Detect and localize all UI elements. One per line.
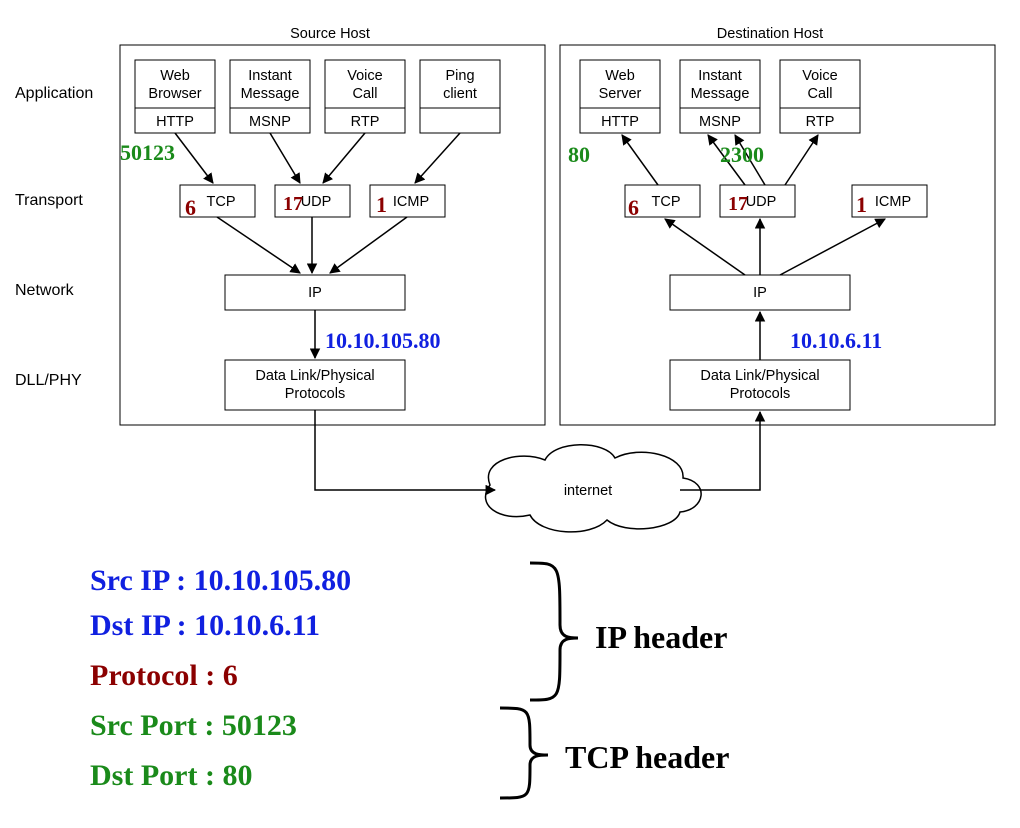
src-icmp-proto: 1: [376, 192, 387, 217]
svg-text:Protocols: Protocols: [730, 386, 790, 402]
note-iphdr: IP header: [595, 619, 727, 655]
source-host-title: Source Host: [290, 26, 370, 42]
svg-text:Message: Message: [691, 86, 750, 102]
svg-text:MSNP: MSNP: [249, 114, 291, 130]
dst-ip-annot: 10.10.6.11: [790, 328, 882, 353]
svg-text:MSNP: MSNP: [699, 114, 741, 130]
dst-tcp-proto: 6: [628, 195, 639, 220]
src-app-0: Web Browser HTTP: [135, 60, 215, 133]
svg-text:client: client: [443, 86, 477, 102]
note-dstip: Dst IP : 10.10.6.11: [90, 609, 320, 642]
svg-text:Browser: Browser: [148, 86, 201, 102]
dst-app-2: Voice Call RTP: [780, 60, 860, 133]
svg-text:UDP: UDP: [301, 194, 332, 210]
note-proto: Protocol : 6: [90, 659, 238, 692]
layer-transport: Transport: [15, 192, 83, 209]
src-app-1: Instant Message MSNP: [230, 60, 310, 133]
svg-text:Protocols: Protocols: [285, 386, 345, 402]
dst-app-0: Web Server HTTP: [580, 60, 660, 133]
note-srcip: Src IP : 10.10.105.80: [90, 564, 351, 597]
src-udp-proto: 17: [283, 193, 303, 215]
svg-text:HTTP: HTTP: [156, 114, 194, 130]
svg-text:Web: Web: [605, 68, 635, 84]
layer-network: Network: [15, 282, 75, 299]
svg-text:RTP: RTP: [351, 114, 380, 130]
dst-udp-proto: 17: [728, 193, 748, 215]
svg-text:Voice: Voice: [802, 68, 837, 84]
svg-text:Call: Call: [808, 86, 833, 102]
svg-text:Call: Call: [353, 86, 378, 102]
source-host: Source Host Web Browser HTTP Instant Mes…: [120, 26, 545, 425]
svg-text:Instant: Instant: [248, 68, 292, 84]
svg-text:TCP: TCP: [207, 194, 236, 210]
svg-text:Instant: Instant: [698, 68, 742, 84]
svg-text:Message: Message: [241, 86, 300, 102]
svg-text:ICMP: ICMP: [393, 194, 429, 210]
src-dll: Data Link/Physical Protocols: [225, 360, 405, 410]
svg-text:Ping: Ping: [445, 68, 474, 84]
svg-text:IP: IP: [308, 285, 322, 301]
src-ip-annot: 10.10.105.80: [325, 328, 441, 353]
note-dstport: Dst Port : 80: [90, 759, 252, 792]
svg-text:ICMP: ICMP: [875, 194, 911, 210]
dst-icmp-proto: 1: [856, 192, 867, 217]
dst-app-1: Instant Message MSNP: [680, 60, 760, 133]
src-app-2: Voice Call RTP: [325, 60, 405, 133]
svg-text:Voice: Voice: [347, 68, 382, 84]
svg-text:Web: Web: [160, 68, 190, 84]
dst-port80: 80: [568, 142, 590, 167]
src-ip: IP: [225, 275, 405, 310]
note-tcphdr: TCP header: [565, 739, 729, 775]
svg-text:Data Link/Physical: Data Link/Physical: [255, 368, 374, 384]
svg-text:HTTP: HTTP: [601, 114, 639, 130]
svg-text:UDP: UDP: [746, 194, 777, 210]
layer-application: Application: [15, 85, 93, 102]
note-srcport: Src Port : 50123: [90, 709, 297, 742]
dest-host-title: Destination Host: [717, 26, 823, 42]
svg-text:RTP: RTP: [806, 114, 835, 130]
packet-notes: Src IP : 10.10.105.80 Dst IP : 10.10.6.1…: [90, 563, 729, 798]
svg-text:Server: Server: [599, 86, 642, 102]
dst-dll: Data Link/Physical Protocols: [670, 360, 850, 410]
src-app-3: Ping client: [420, 60, 500, 133]
internet-cloud: internet: [486, 445, 702, 532]
src-tcp-proto: 6: [185, 195, 196, 220]
cloud-label: internet: [564, 483, 612, 499]
diagram: Application Transport Network DLL/PHY So…: [0, 0, 1020, 828]
svg-text:Data Link/Physical: Data Link/Physical: [700, 368, 819, 384]
svg-text:TCP: TCP: [652, 194, 681, 210]
svg-text:IP: IP: [753, 285, 767, 301]
dst-ip: IP: [670, 275, 850, 310]
src-port-annot: 50123: [120, 140, 175, 165]
layer-dllphy: DLL/PHY: [15, 372, 82, 389]
destination-host: Destination Host Web Server HTTP Instant…: [560, 26, 995, 425]
dst-port2300: 2300: [720, 142, 764, 167]
